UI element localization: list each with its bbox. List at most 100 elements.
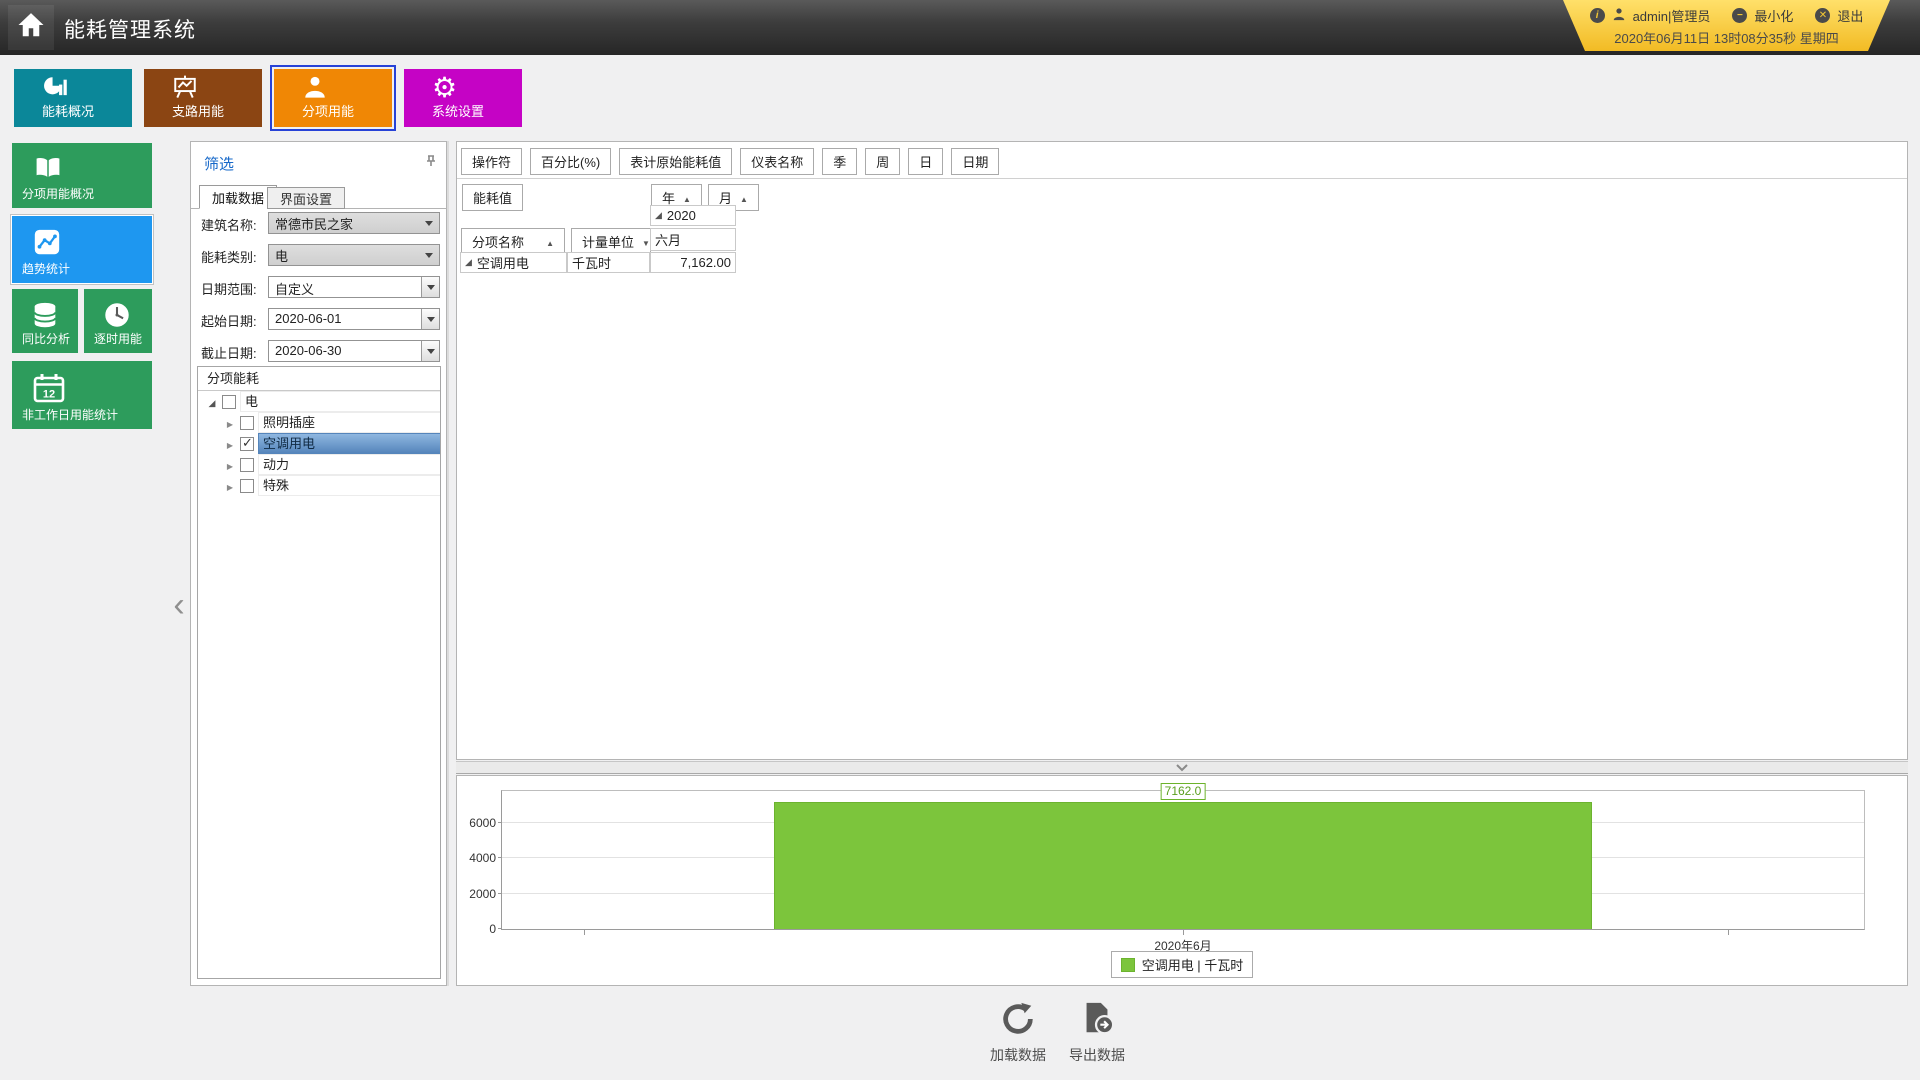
load-data-button[interactable]: 加载数据 (981, 1000, 1055, 1065)
checkbox[interactable] (240, 437, 254, 451)
home-button[interactable] (8, 5, 54, 50)
chart-bar[interactable] (774, 802, 1591, 929)
energy-type-value: 电 (275, 246, 288, 265)
sidebar-item-label: 非工作日用能统计 (22, 406, 118, 423)
row-field-chip-unit[interactable]: 计量单位 (571, 228, 651, 255)
trend-chart-icon (32, 227, 62, 262)
header-bar: 能耗管理系统 i admin|管理员 − 最小化 ✕ 退出 2020年06月11… (0, 0, 1920, 55)
tree-item-label: 动力 (258, 454, 440, 475)
available-field-chip[interactable]: 百分比(%) (530, 148, 611, 175)
nav-tile-label: 分项用能 (302, 101, 354, 120)
sidebar-item-yoy-analysis[interactable]: 同比分析 (12, 289, 78, 353)
field-row-start-date: 起始日期: 2020-06-01 (191, 308, 446, 330)
pivot-panel: 操作符百分比(%)表计原始能耗值仪表名称季周日日期 能耗值 年 月 2020 分… (456, 141, 1908, 760)
start-date-input[interactable]: 2020-06-01 (268, 308, 440, 330)
available-field-chip[interactable]: 日 (908, 148, 943, 175)
building-name-select[interactable]: 常德市民之家 (268, 212, 440, 234)
user-icon (1612, 7, 1626, 24)
nav-tile-label: 系统设置 (432, 101, 484, 120)
row-field-chip-name[interactable]: 分项名称 (461, 228, 565, 255)
minimize-icon[interactable]: − (1732, 8, 1747, 23)
data-field-chip[interactable]: 能耗值 (462, 184, 523, 211)
tab-ui-settings[interactable]: 界面设置 (267, 187, 345, 209)
sort-asc-icon (732, 190, 748, 205)
dropdown-button[interactable] (421, 309, 439, 329)
sort-desc-icon (634, 234, 650, 249)
nav-tile-energy-overview[interactable]: 能耗概况 (14, 69, 132, 127)
pin-icon[interactable] (425, 154, 437, 172)
filter-panel-title: 筛选 (204, 153, 234, 174)
logout-button[interactable]: 退出 (1837, 6, 1863, 25)
chevron-down-icon (1174, 763, 1190, 772)
energy-tree-header: 分项能耗 (198, 367, 440, 391)
available-field-chip[interactable]: 周 (865, 148, 900, 175)
nav-tile-subitem-energy[interactable]: 分项用能 (274, 69, 392, 127)
chart-legend-label: 空调用电 | 千瓦时 (1142, 955, 1244, 974)
field-label: 能耗类别: (201, 247, 257, 266)
pivot-year-group-cell[interactable]: 2020 (650, 205, 736, 226)
info-icon[interactable]: i (1590, 8, 1605, 23)
available-field-chip[interactable]: 日期 (951, 148, 999, 175)
tab-load-data[interactable]: 加载数据 (199, 185, 277, 209)
chart-plot-area: 02000400060007162.02020年6月 (501, 790, 1865, 930)
tree-item[interactable]: 空调用电 (198, 433, 440, 454)
expand-icon[interactable] (206, 394, 218, 409)
tree-item-label: 电 (240, 391, 440, 412)
field-row-end-date: 截止日期: 2020-06-30 (191, 340, 446, 362)
start-date-value: 2020-06-01 (269, 309, 421, 329)
pivot-month-cell: 六月 (650, 228, 736, 251)
pivot-row-value-cell: 7,162.00 (650, 252, 736, 273)
available-field-chip[interactable]: 季 (822, 148, 857, 175)
dropdown-button[interactable] (421, 341, 439, 361)
checkbox[interactable] (240, 416, 254, 430)
dropdown-button[interactable] (421, 277, 439, 297)
sidebar-item-trend-statistics[interactable]: 趋势统计 (12, 216, 152, 283)
sidebar-item-label: 逐时用能 (94, 330, 142, 347)
available-field-chip[interactable]: 仪表名称 (740, 148, 814, 175)
checkbox[interactable] (222, 395, 236, 409)
available-field-chip[interactable]: 表计原始能耗值 (619, 148, 732, 175)
expand-icon[interactable] (224, 478, 236, 493)
end-date-input[interactable]: 2020-06-30 (268, 340, 440, 362)
book-icon (32, 154, 64, 187)
nav-tile-label: 能耗概况 (42, 101, 94, 120)
sidebar-item-subitem-overview[interactable]: 分项用能概况 (12, 143, 152, 208)
date-range-value: 自定义 (269, 277, 421, 297)
x-tick-mark (1728, 930, 1729, 935)
header-user-banner: i admin|管理员 − 最小化 ✕ 退出 2020年06月11日 13时08… (1563, 0, 1890, 51)
tree-item-label: 照明插座 (258, 412, 440, 433)
chart-panel: 02000400060007162.02020年6月 空调用电 | 千瓦时 (456, 775, 1908, 986)
date-range-select[interactable]: 自定义 (268, 276, 440, 298)
export-data-button[interactable]: 导出数据 (1060, 1000, 1134, 1065)
y-tick-label: 6000 (462, 816, 496, 830)
sidebar-item-nonworkday-statistics[interactable]: 12 非工作日用能统计 (12, 361, 152, 429)
y-tick-mark (498, 822, 502, 823)
collapse-panel-chevron-left-icon[interactable]: ‹ (168, 588, 190, 622)
x-tick-mark (1183, 930, 1184, 935)
legend-swatch-icon (1121, 958, 1135, 972)
chevron-down-icon (427, 285, 435, 290)
sidebar-item-label: 趋势统计 (22, 260, 70, 277)
gear-icon: ⚙ (432, 74, 457, 102)
close-icon[interactable]: ✕ (1815, 8, 1830, 23)
minimize-button[interactable]: 最小化 (1754, 6, 1793, 25)
tree-item[interactable]: 照明插座 (198, 412, 440, 433)
tree-item[interactable]: 特殊 (198, 475, 440, 496)
nav-tile-branch-energy[interactable]: 支路用能 (144, 69, 262, 127)
calendar-icon: 12 (32, 372, 66, 409)
tree-item-label: 空调用电 (258, 433, 440, 454)
tree-item[interactable]: 动力 (198, 454, 440, 475)
tree-item-root[interactable]: 电 (198, 391, 440, 412)
sidebar-item-hourly-energy[interactable]: 逐时用能 (84, 289, 152, 353)
expand-icon[interactable] (224, 457, 236, 472)
available-field-chip[interactable]: 操作符 (461, 148, 522, 175)
checkbox[interactable] (240, 479, 254, 493)
nav-tile-system-settings[interactable]: ⚙ 系统设置 (404, 69, 522, 127)
chart-splitter[interactable] (456, 761, 1908, 774)
pivot-row-name-cell[interactable]: 空调用电 (460, 252, 567, 273)
expand-icon[interactable] (224, 436, 236, 451)
energy-type-select[interactable]: 电 (268, 244, 440, 266)
y-tick-label: 4000 (462, 851, 496, 865)
checkbox[interactable] (240, 458, 254, 472)
expand-icon[interactable] (224, 415, 236, 430)
